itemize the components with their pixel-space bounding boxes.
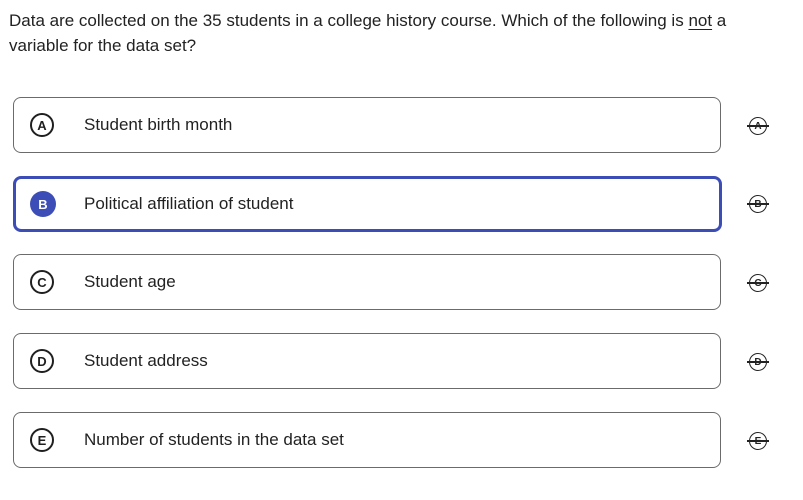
- strikethrough-line-icon: [747, 203, 769, 205]
- eliminate-choice-d-button[interactable]: D: [747, 351, 769, 373]
- strikethrough-line-icon: [747, 440, 769, 442]
- choice-text-d: Student address: [84, 351, 208, 370]
- strikethrough-line-icon: [747, 282, 769, 284]
- question-emphasis: not: [688, 11, 713, 30]
- answer-choice-c[interactable]: C Student age: [13, 254, 721, 310]
- eliminate-choice-a-button[interactable]: A: [747, 115, 769, 137]
- choice-letter-d: D: [30, 349, 54, 373]
- answer-choice-e[interactable]: E Number of students in the data set: [13, 412, 721, 468]
- strikethrough-line-icon: [747, 361, 769, 363]
- answer-choice-a[interactable]: A Student birth month: [13, 97, 721, 153]
- choice-text-c: Student age: [84, 272, 176, 291]
- choice-letter-a: A: [30, 113, 54, 137]
- answer-choice-b[interactable]: B Political affiliation of student: [13, 176, 722, 232]
- question-text: Data are collected on the 35 students in…: [9, 8, 779, 58]
- eliminate-choice-b-button[interactable]: B: [747, 193, 769, 215]
- strikethrough-line-icon: [747, 125, 769, 127]
- choice-text-b: Political affiliation of student: [84, 194, 294, 213]
- answer-choice-d[interactable]: D Student address: [13, 333, 721, 389]
- choice-text-e: Number of students in the data set: [84, 430, 344, 449]
- question-text-start: Data are collected on the 35 students in…: [9, 11, 689, 30]
- choice-letter-e: E: [30, 428, 54, 452]
- choice-text-a: Student birth month: [84, 115, 233, 134]
- eliminate-choice-c-button[interactable]: C: [747, 272, 769, 294]
- eliminate-choice-e-button[interactable]: E: [747, 430, 769, 452]
- choice-letter-c: C: [30, 270, 54, 294]
- choice-letter-b: B: [30, 191, 56, 217]
